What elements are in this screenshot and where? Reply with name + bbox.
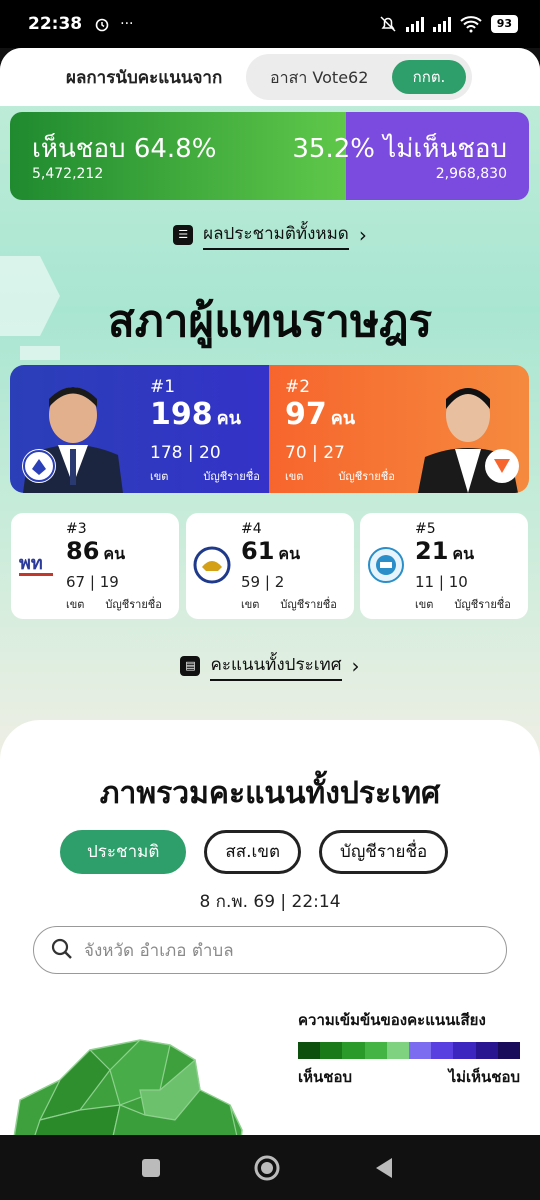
tab-referendum[interactable]: ประชามติ <box>60 830 187 874</box>
status-time: 22:38 <box>28 14 83 34</box>
chevron-right-icon: › <box>358 223 367 247</box>
party-seats: 21 คน <box>415 537 475 565</box>
referendum-no-votes: 2,968,830 <box>435 166 507 182</box>
party-logo-4 <box>193 546 231 584</box>
signal-icon <box>405 16 424 32</box>
legend-left-label: เห็นชอบ <box>298 1068 352 1086</box>
legend-swatch-5 <box>386 1042 410 1059</box>
referendum-yes-label: เห็นชอบ 64.8% <box>32 134 217 164</box>
chevron-right-icon: › <box>351 654 360 678</box>
signal-icon-2 <box>432 16 451 32</box>
party-seat-split-labels: เขต บัญชีรายชื่อ <box>285 470 395 483</box>
overview-section: ภาพรวมคะแนนทั้งประเทศ ประชามติ สส.เขต บั… <box>0 720 540 1135</box>
party-logo-3: พท <box>19 553 53 576</box>
party-rank: #5 <box>415 521 436 537</box>
home-button[interactable] <box>252 1153 282 1183</box>
legend-swatch-2 <box>320 1042 343 1059</box>
legend-swatch-4 <box>364 1042 387 1059</box>
party-card-5[interactable]: #5 21 คน 11 | 10 เขต บัญชีรายชื่อ <box>360 513 528 619</box>
referendum-no-segment: 35.2% ไม่เห็นชอบ 2,968,830 <box>292 112 529 200</box>
bar-chart-icon: ▤ <box>180 656 201 676</box>
party-seats: 97 คน <box>285 397 356 432</box>
party-card-2[interactable]: #2 97 คน 70 | 27 เขต บัญชีรายชื่อ <box>269 365 529 493</box>
overview-tabs: ประชามติ สส.เขต บัญชีรายชื่อ <box>60 830 449 874</box>
party-seats: 61 คน <box>241 537 301 565</box>
party-seat-split: 67 | 19 <box>66 573 119 591</box>
party-logo-1 <box>22 449 56 483</box>
update-timestamp: 8 ก.พ. 69 | 22:14 <box>199 892 341 912</box>
overview-title: ภาพรวมคะแนนทั้งประเทศ <box>99 776 441 811</box>
party-card-1[interactable]: #1 198 คน 178 | 20 เขต บัญชีรายชื่อ <box>10 365 269 493</box>
party-rank: #4 <box>241 521 262 537</box>
wifi-icon <box>460 16 482 33</box>
status-bar: 22:38 ··· 93 <box>0 0 540 48</box>
legend-swatch-7 <box>431 1042 454 1059</box>
referendum-no-label: 35.2% ไม่เห็นชอบ <box>292 134 507 164</box>
legend-color-scale <box>298 1042 521 1059</box>
legend-swatch-8 <box>453 1042 476 1059</box>
nationwide-scores-link[interactable]: ▤ คะแนนทั้งประเทศ › <box>0 651 540 681</box>
nationwide-link-text: คะแนนทั้งประเทศ <box>210 651 342 681</box>
legend-right-label: ไม่เห็นชอบ <box>448 1068 520 1086</box>
tab-constituency-mp[interactable]: สส.เขต <box>204 830 302 874</box>
source-option-ect[interactable]: กกต. <box>392 60 466 94</box>
referendum-yes-votes: 5,472,212 <box>32 166 104 182</box>
system-navigation-bar <box>0 1135 540 1200</box>
back-button[interactable] <box>370 1153 400 1183</box>
party-seat-split-labels: เขต บัญชีรายชื่อ <box>415 598 511 611</box>
party-seat-split: 59 | 2 <box>241 573 285 591</box>
party-seats: 86 คน <box>66 537 126 565</box>
legend-swatch-9 <box>475 1042 498 1059</box>
vote-intensity-legend: ความเข้มข้นของคะแนนเสียง เห็นชอบ ไม่เห็น… <box>298 1008 521 1089</box>
party-seats: 198 คน <box>150 397 241 432</box>
more-notifications-icon: ··· <box>120 16 134 32</box>
legend-title: ความเข้มข้นของคะแนนเสียง <box>298 1011 486 1029</box>
party-logo-5 <box>368 547 404 583</box>
legend-swatch-6 <box>409 1042 432 1059</box>
party-seat-split-labels: เขต บัญชีรายชื่อ <box>150 470 260 483</box>
legend-swatch-10 <box>497 1042 521 1059</box>
source-label: ผลการนับคะแนนจาก <box>66 68 223 88</box>
source-option-vote62[interactable]: อาสา Vote62 <box>270 66 368 91</box>
party-logo-2 <box>485 449 519 483</box>
house-title: สภาผู้แทนราษฎร <box>107 296 433 347</box>
referendum-all-results-link[interactable]: ☰ ผลประชามติทั้งหมด › <box>0 220 540 250</box>
party-rank: #1 <box>150 377 176 397</box>
source-selector-bar: ผลการนับคะแนนจาก อาสา Vote62 กกต. <box>0 48 540 106</box>
party-seat-split: 70 | 27 <box>285 443 345 463</box>
location-search-input[interactable]: จังหวัด อำเภอ ตำบล <box>33 926 507 974</box>
recent-apps-button[interactable] <box>136 1153 166 1183</box>
party-card-3[interactable]: พท #3 86 คน 67 | 19 เขต บัญชีรายชื่อ <box>11 513 179 619</box>
battery-icon: 93 <box>490 15 518 33</box>
source-toggle[interactable]: อาสา Vote62 กกต. <box>246 54 472 100</box>
referendum-result-bar[interactable]: เห็นชอบ 64.8% 5,472,212 35.2% ไม่เห็นชอบ… <box>10 112 529 200</box>
tab-party-list[interactable]: บัญชีรายชื่อ <box>319 830 449 874</box>
party-rank: #3 <box>66 521 87 537</box>
party-card-4[interactable]: #4 61 คน 59 | 2 เขต บัญชีรายชื่อ <box>186 513 354 619</box>
ballot-icon: ☰ <box>173 225 194 245</box>
svg-text:พท: พท <box>19 553 43 574</box>
party-rank: #2 <box>285 377 311 397</box>
referendum-map[interactable] <box>0 1010 260 1135</box>
mute-icon <box>380 16 396 32</box>
top-parties-card: #1 198 คน 178 | 20 เขต บัญชีรายชื่อ #2 97… <box>10 365 529 493</box>
app-page: ผลการนับคะแนนจาก อาสา Vote62 กกต. เห็นชอ… <box>0 48 540 1135</box>
party-seat-split-labels: เขต บัญชีรายชื่อ <box>241 598 337 611</box>
referendum-link-text: ผลประชามติทั้งหมด <box>203 220 349 250</box>
party-seat-split: 11 | 10 <box>415 573 468 591</box>
alarm-icon <box>95 18 109 32</box>
party-seat-split: 178 | 20 <box>150 443 221 463</box>
legend-swatch-3 <box>342 1042 365 1059</box>
search-icon <box>51 938 72 959</box>
legend-swatch-1 <box>298 1042 321 1059</box>
search-placeholder: จังหวัด อำเภอ ตำบล <box>84 940 234 961</box>
party-seat-split-labels: เขต บัญชีรายชื่อ <box>66 598 162 611</box>
